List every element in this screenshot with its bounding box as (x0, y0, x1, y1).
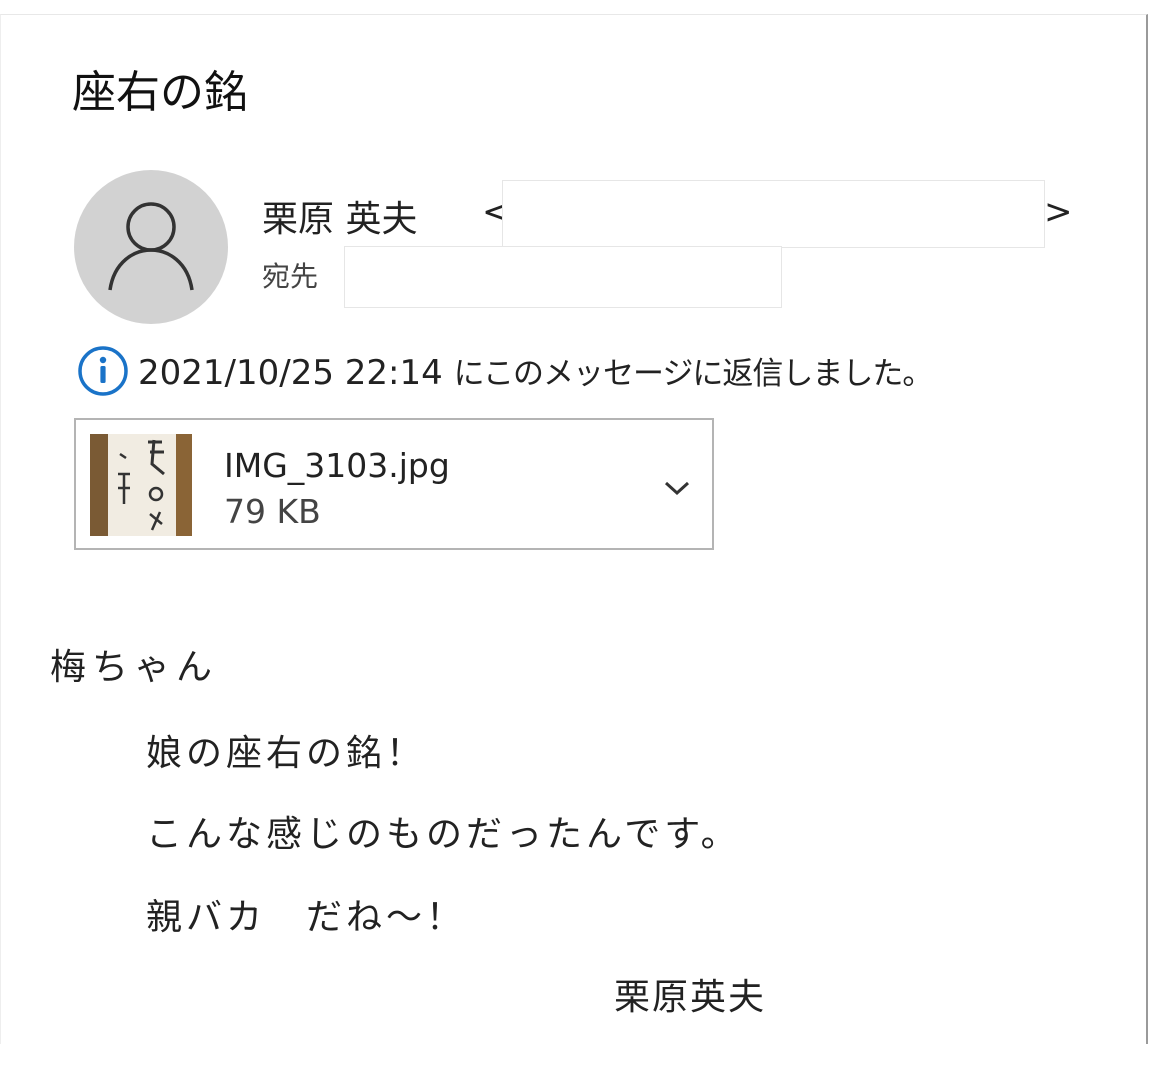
sender-email-redacted (502, 180, 1045, 248)
attachment-filename: IMG_3103.jpg (224, 446, 450, 485)
to-label: 宛先 (262, 260, 319, 293)
info-icon (78, 346, 128, 396)
body-line: 娘の座右の銘！ (146, 733, 427, 774)
message-subject: 座右の銘 (72, 67, 248, 118)
body-signature: 栗原英夫 (614, 977, 767, 1018)
body-line: こんな感じのものだったんです。 (146, 814, 741, 855)
attachment-card[interactable]: IMG_3103.jpg 79 KB (74, 418, 714, 550)
sender-name[interactable]: 栗原 英夫 (262, 190, 417, 242)
recipient-redacted (344, 246, 782, 308)
sender-email-close-bracket: > (1044, 192, 1073, 232)
reply-timestamp: 2021/10/25 22:14 (138, 353, 443, 393)
attachment-thumbnail (90, 434, 192, 536)
body-greeting: 梅ちゃん (50, 647, 219, 688)
person-icon (108, 202, 194, 291)
reply-notice: 2021/10/25 22:14 にこのメッセージに返信しました。 (138, 348, 934, 393)
sender-avatar[interactable] (74, 170, 228, 324)
attachment-size: 79 KB (224, 492, 321, 531)
body-line: 親バカ だね～！ (146, 897, 467, 938)
chevron-down-icon[interactable] (662, 476, 692, 500)
reply-notice-text: にこのメッセージに返信しました。 (453, 356, 934, 392)
